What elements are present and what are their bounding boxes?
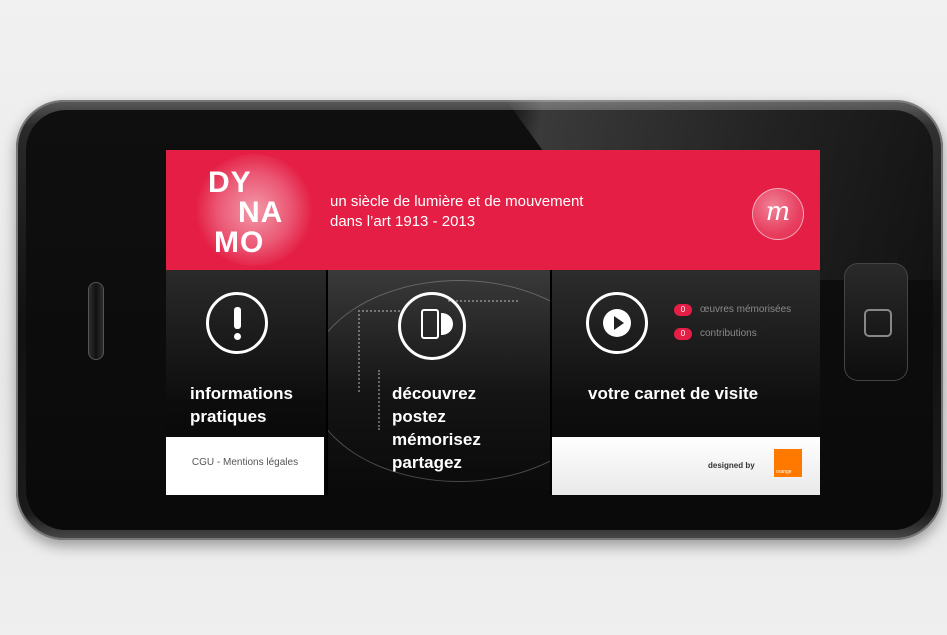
info-tile[interactable]: informations pratiques CGU - Mentions lé…	[166, 270, 326, 495]
info-label-line-2: pratiques	[190, 407, 267, 426]
visit-tile[interactable]: 0 œuvres mémorisées 0 contributions votr…	[552, 270, 820, 495]
info-label-line-1: informations	[190, 384, 293, 403]
discover-line-4: partagez	[392, 453, 462, 472]
decorative-circuit	[448, 300, 518, 302]
museum-logo-badge[interactable]: m	[752, 188, 804, 240]
discover-label: découvrez postez mémorisez partagez	[392, 382, 481, 474]
exclamation-icon	[206, 292, 268, 354]
tagline-line-2: dans l’art 1913 - 2013	[330, 213, 476, 230]
app-screen: DY NA MO un siècle de lumière et de mouv…	[166, 150, 820, 495]
stat-count-badge: 0	[674, 304, 692, 316]
logo-line-2: NA	[238, 196, 284, 229]
speaker-grille	[88, 282, 104, 360]
logo-line-1: DY	[208, 166, 252, 199]
play-icon	[586, 292, 648, 354]
legal-footer: CGU - Mentions légales	[166, 437, 324, 495]
designed-by-text: designed by	[708, 461, 755, 470]
orange-logo-text: orange	[776, 469, 792, 475]
tagline: un siècle de lumière et de mouvement dan…	[330, 192, 583, 232]
visit-label: votre carnet de visite	[588, 384, 759, 403]
discover-line-3: mémorisez	[392, 430, 481, 449]
logo-line-3: MO	[214, 226, 265, 259]
home-button[interactable]	[844, 263, 908, 381]
stat-count-badge: 0	[674, 328, 692, 340]
phone-icon	[398, 292, 466, 360]
stat-label: œuvres mémorisées	[700, 304, 792, 315]
orange-logo: orange	[774, 449, 802, 477]
info-label: informations pratiques	[190, 382, 293, 428]
legal-link[interactable]: CGU - Mentions légales	[166, 457, 324, 468]
tagline-line-1: un siècle de lumière et de mouvement	[330, 193, 584, 210]
home-square-icon	[864, 309, 892, 337]
header-banner: DY NA MO un siècle de lumière et de mouv…	[166, 150, 820, 270]
stat-label: contributions	[700, 328, 757, 339]
credits-footer: designed by orange	[552, 437, 820, 495]
discover-tile[interactable]: découvrez postez mémorisez partagez	[328, 270, 550, 495]
discover-line-2: postez	[392, 407, 446, 426]
discover-line-1: découvrez	[392, 384, 477, 403]
